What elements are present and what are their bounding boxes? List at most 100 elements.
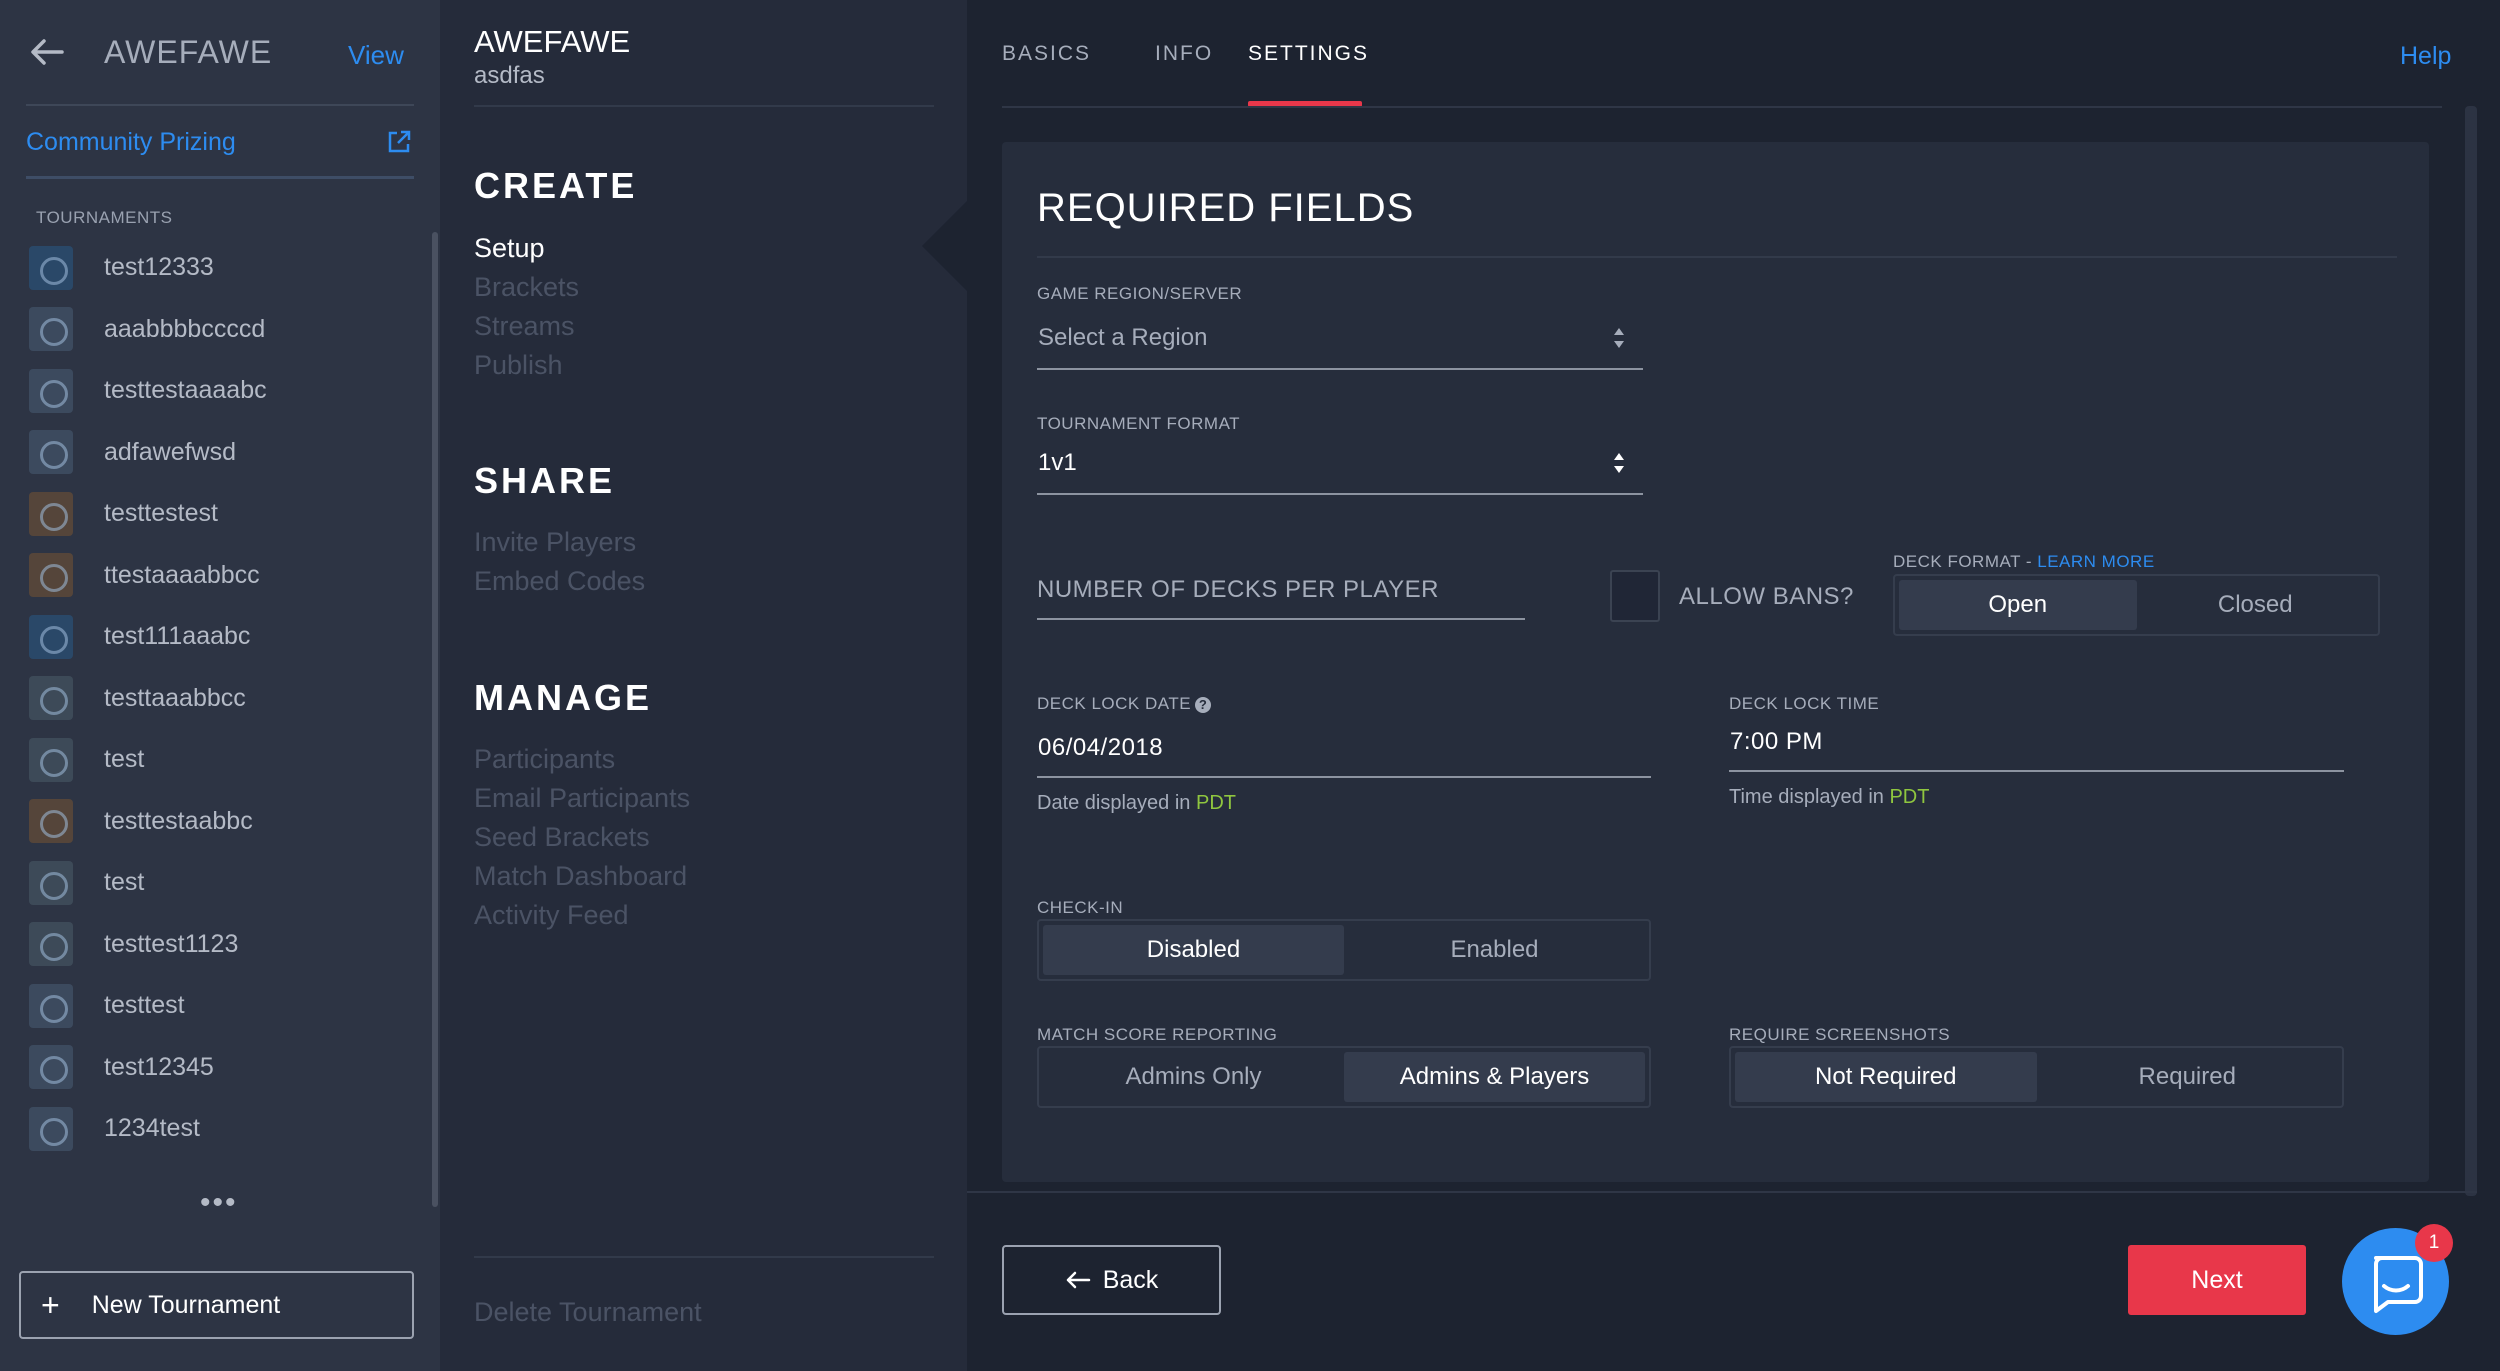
tournament-thumbnail <box>29 860 73 905</box>
nav-brackets[interactable]: Brackets <box>474 272 579 303</box>
back-button[interactable]: Back <box>1002 1245 1221 1315</box>
deck-lock-time-input[interactable]: 7:00 PM <box>1729 714 2344 772</box>
list-item[interactable]: aaabbbbccccd <box>0 299 430 361</box>
tournament-thumbnail <box>29 430 73 475</box>
deck-lock-date-input[interactable]: 06/04/2018 <box>1037 720 1651 778</box>
tournament-name: adfawefwsd <box>104 437 237 466</box>
allow-bans-checkbox[interactable] <box>1610 570 1660 622</box>
divider <box>26 104 414 106</box>
checkin-disabled[interactable]: Disabled <box>1043 925 1344 975</box>
more-tournaments-button[interactable]: ••• <box>200 1186 238 1220</box>
list-item[interactable]: test111aaabc <box>0 606 430 668</box>
nav-streams[interactable]: Streams <box>474 311 575 342</box>
tab-basics[interactable]: BASICS <box>1002 42 1091 66</box>
nav-invite-players[interactable]: Invite Players <box>474 527 636 558</box>
tab-bar: BASICS INFO SETTINGS Help <box>1002 0 2451 107</box>
score-reporting-label: MATCH SCORE REPORTING <box>1037 1025 1278 1044</box>
checkin-toggle: Disabled Enabled <box>1037 919 1651 981</box>
checkin-enabled[interactable]: Enabled <box>1344 925 1645 975</box>
list-item[interactable]: testtestaaaabc <box>0 360 430 422</box>
tournament-name: testtest <box>104 991 185 1020</box>
divider <box>967 1191 2477 1193</box>
allow-bans-label: ALLOW BANS? <box>1679 583 1854 610</box>
tournament-thumbnail <box>29 245 73 290</box>
community-prizing-link[interactable]: Community Prizing <box>26 128 236 157</box>
tournament-name: test111aaabc <box>104 622 251 651</box>
view-link[interactable]: View <box>348 40 404 71</box>
tournament-thumbnail <box>29 799 73 844</box>
nav-activity-feed[interactable]: Activity Feed <box>474 900 629 931</box>
nav-embed-codes[interactable]: Embed Codes <box>474 566 645 597</box>
help-question-icon[interactable]: ? <box>1195 696 1212 713</box>
deck-lock-time-label: DECK LOCK TIME <box>1729 694 1880 713</box>
list-item[interactable]: 1234test <box>0 1098 430 1160</box>
sidebar-scrollbar[interactable] <box>432 232 438 1207</box>
list-item[interactable]: testtest <box>0 975 430 1037</box>
list-item[interactable]: test <box>0 852 430 914</box>
help-link[interactable]: Help <box>2400 42 2451 71</box>
learn-more-link[interactable]: LEARN MORE <box>2037 552 2154 571</box>
date-timezone-hint: Date displayed in PDT <box>1037 792 1236 815</box>
list-item[interactable]: testtestaabbc <box>0 791 430 853</box>
list-item[interactable]: testtestest <box>0 483 430 545</box>
deck-format-open[interactable]: Open <box>1899 580 2137 630</box>
external-link-icon[interactable] <box>385 128 413 156</box>
back-button-label: Back <box>1102 1265 1159 1294</box>
share-heading: SHARE <box>474 460 616 501</box>
tournament-list: test12333 aaabbbbccccd testtestaaaabc ad… <box>0 237 430 1160</box>
decks-per-player-input[interactable]: NUMBER OF DECKS PER PLAYER <box>1037 564 1525 620</box>
delete-tournament-link[interactable]: Delete Tournament <box>474 1297 702 1328</box>
nav-participants[interactable]: Participants <box>474 744 615 775</box>
region-select[interactable]: Select a Region <box>1037 314 1643 370</box>
create-heading: CREATE <box>474 165 638 206</box>
score-admins-only[interactable]: Admins Only <box>1043 1052 1344 1102</box>
date-timezone: PDT <box>1195 792 1236 814</box>
list-item[interactable]: ttestaaaabbcc <box>0 545 430 607</box>
deck-format-closed[interactable]: Closed <box>2137 580 2375 630</box>
format-label: TOURNAMENT FORMAT <box>1037 414 1241 433</box>
divider <box>26 176 414 179</box>
arrow-left-icon <box>1066 1271 1090 1289</box>
list-item[interactable]: test <box>0 729 430 791</box>
date-hint-text: Date displayed in <box>1037 792 1196 814</box>
screenshots-not-required[interactable]: Not Required <box>1735 1052 2037 1102</box>
select-arrows-icon <box>1614 328 1624 348</box>
nav-match-dashboard[interactable]: Match Dashboard <box>474 861 687 892</box>
list-item[interactable]: testtest1123 <box>0 914 430 976</box>
tournament-name: testtestaaaabc <box>104 376 267 405</box>
tournament-thumbnail <box>29 553 73 598</box>
nav-publish[interactable]: Publish <box>474 350 563 381</box>
new-tournament-button[interactable]: + New Tournament <box>19 1271 414 1339</box>
back-arrow-icon[interactable] <box>28 34 68 70</box>
tab-info[interactable]: INFO <box>1155 42 1213 66</box>
deck-format-label: DECK FORMAT - LEARN MORE <box>1893 552 2155 572</box>
list-item[interactable]: test12333 <box>0 237 430 299</box>
settings-panel: BASICS INFO SETTINGS Help REQUIRED FIELD… <box>967 0 2500 1371</box>
divider <box>474 105 934 107</box>
nav-email-participants[interactable]: Email Participants <box>474 783 690 814</box>
required-fields-card: REQUIRED FIELDS GAME REGION/SERVER Selec… <box>1002 142 2429 1182</box>
divider <box>1037 256 2397 258</box>
format-select[interactable]: 1v1 <box>1037 439 1643 495</box>
tournament-thumbnail <box>29 614 73 659</box>
checkin-label: CHECK-IN <box>1037 898 1124 917</box>
nav-setup[interactable]: Setup <box>474 233 545 264</box>
decks-per-player-placeholder: NUMBER OF DECKS PER PLAYER <box>1037 576 1439 603</box>
nav-seed-brackets[interactable]: Seed Brackets <box>474 822 650 853</box>
tab-settings[interactable]: SETTINGS <box>1248 42 1369 66</box>
content-scrollbar[interactable] <box>2465 106 2477 1196</box>
list-item[interactable]: testtaaabbcc <box>0 668 430 730</box>
format-select-value: 1v1 <box>1038 449 1077 476</box>
plus-icon: + <box>41 1286 60 1323</box>
score-admins-players[interactable]: Admins & Players <box>1344 1052 1645 1102</box>
list-item[interactable]: adfawefwsd <box>0 422 430 484</box>
notification-badge: 1 <box>2415 1224 2453 1262</box>
sidebar-title: AWEFAWE <box>104 34 273 70</box>
tournament-thumbnail <box>29 1045 73 1090</box>
tournament-title: AWEFAWE <box>474 24 631 59</box>
next-button[interactable]: Next <box>2128 1245 2306 1315</box>
tournament-thumbnail <box>29 676 73 721</box>
list-item[interactable]: test12345 <box>0 1037 430 1099</box>
region-label: GAME REGION/SERVER <box>1037 284 1243 303</box>
screenshots-required[interactable]: Required <box>2037 1052 2339 1102</box>
